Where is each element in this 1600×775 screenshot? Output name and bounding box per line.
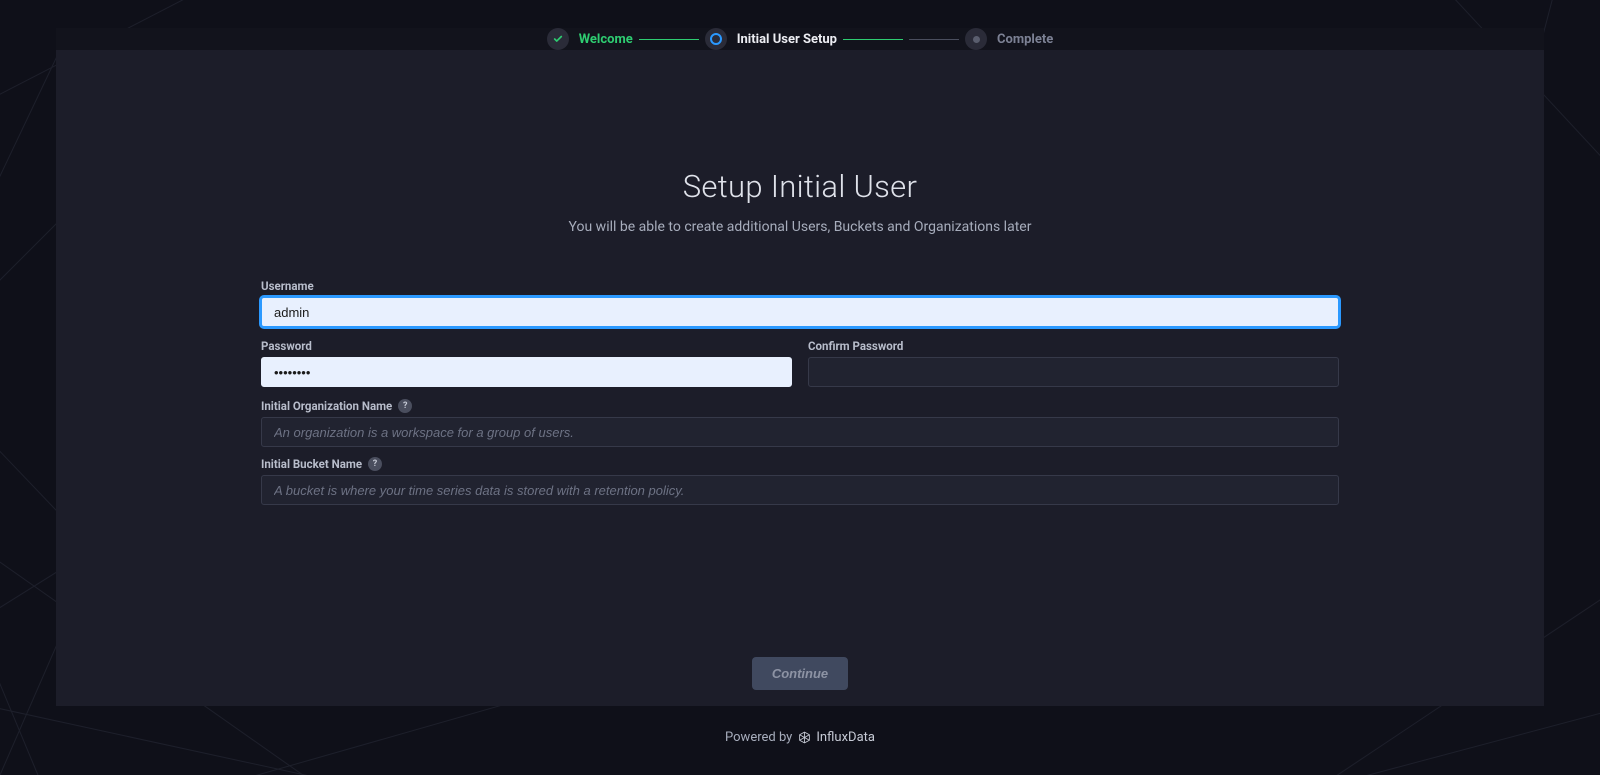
step-connector bbox=[909, 39, 959, 40]
step-welcome: Welcome bbox=[547, 28, 633, 50]
help-icon[interactable]: ? bbox=[398, 399, 412, 413]
current-step-icon bbox=[705, 28, 727, 50]
future-step-icon bbox=[965, 28, 987, 50]
password-field-group: Password bbox=[261, 329, 792, 387]
org-label: Initial Organization Name bbox=[261, 399, 392, 413]
step-complete: Complete bbox=[965, 28, 1053, 50]
step-connector bbox=[639, 39, 699, 40]
password-label: Password bbox=[261, 339, 312, 353]
organization-name-input[interactable] bbox=[261, 417, 1339, 447]
bucket-label: Initial Bucket Name bbox=[261, 457, 362, 471]
help-icon[interactable]: ? bbox=[368, 457, 382, 471]
button-bar: Continue bbox=[752, 657, 848, 716]
content-area: Setup Initial User You will be able to c… bbox=[56, 50, 1544, 716]
influxdata-logo-icon bbox=[798, 731, 811, 744]
step-connector bbox=[843, 39, 903, 40]
confirm-password-label: Confirm Password bbox=[808, 339, 903, 353]
footer: Powered by InfluxData bbox=[0, 730, 1600, 745]
username-input[interactable] bbox=[261, 297, 1339, 327]
step-initial-user-setup: Initial User Setup bbox=[705, 28, 837, 50]
confirm-password-field-group: Confirm Password bbox=[808, 329, 1339, 387]
step-label: Initial User Setup bbox=[737, 32, 837, 47]
username-field-group: Username bbox=[261, 279, 1339, 327]
continue-button[interactable]: Continue bbox=[752, 657, 848, 690]
bucket-field-group: Initial Bucket Name ? bbox=[261, 457, 1339, 505]
brand-link[interactable]: InfluxData bbox=[798, 730, 875, 745]
password-input[interactable] bbox=[261, 357, 792, 387]
page-subtitle: You will be able to create additional Us… bbox=[569, 219, 1032, 235]
check-icon bbox=[547, 28, 569, 50]
stepper-bar: Welcome Initial User Setup Complete bbox=[56, 28, 1544, 50]
setup-form: Username Password Confirm Password bbox=[261, 269, 1339, 507]
page-title: Setup Initial User bbox=[683, 168, 917, 205]
step-label: Complete bbox=[997, 32, 1053, 47]
brand-name: InfluxData bbox=[816, 730, 875, 745]
setup-wizard-panel: Welcome Initial User Setup Complete Setu… bbox=[56, 28, 1544, 706]
confirm-password-input[interactable] bbox=[808, 357, 1339, 387]
username-label: Username bbox=[261, 279, 314, 293]
powered-by-text: Powered by bbox=[725, 730, 792, 745]
step-label: Welcome bbox=[579, 32, 633, 47]
org-field-group: Initial Organization Name ? bbox=[261, 399, 1339, 447]
bucket-name-input[interactable] bbox=[261, 475, 1339, 505]
